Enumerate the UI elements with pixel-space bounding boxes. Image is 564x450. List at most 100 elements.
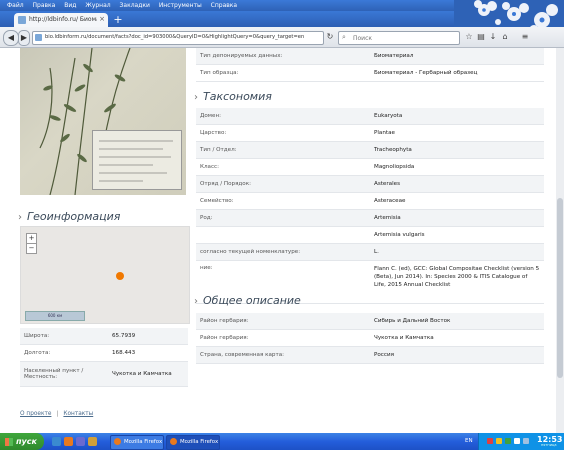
table-row: Домен: Eukaryota (196, 108, 544, 125)
task-label: Mozilla Firefox (124, 439, 163, 445)
menu-icon[interactable]: ≡ (520, 32, 530, 42)
quicklaunch-media-icon[interactable] (76, 437, 85, 446)
chevron-right-icon: › (194, 92, 198, 103)
row-key: Район гербария: (196, 329, 370, 347)
row-key: Тип образца: (196, 64, 370, 82)
row-value: Artemisia (370, 209, 544, 227)
table-row: Царство: Plantae (196, 124, 544, 142)
row-key: Страна, современная карта: (196, 346, 370, 364)
table-row: Семейство: Asteraceae (196, 192, 544, 210)
page-viewport: › Геоинформация + − 600 км Широта: 65.7939… (0, 48, 556, 433)
bookmark-star-icon[interactable]: ☆ (464, 32, 474, 42)
tray-display-icon[interactable] (523, 438, 529, 444)
general-info-table: Район гербария: Сибирь и Дальний Восток Р… (196, 313, 544, 364)
row-key: Царство: (196, 124, 370, 142)
start-button[interactable]: пуск (0, 433, 44, 450)
row-value: Plantae (370, 124, 544, 142)
tray-volume-icon[interactable] (514, 438, 520, 444)
table-row: Род: Artemisia (196, 209, 544, 227)
table-row: Отряд / Порядок: Asterales (196, 175, 544, 193)
row-value: Asteraceae (370, 192, 544, 210)
menu-tools[interactable]: Инструменты (159, 0, 202, 11)
system-tray: EN 12:53 пятница (465, 433, 564, 450)
table-row: Тип / Отдел: Tracheophyta (196, 141, 544, 159)
row-key: согласно текущей номенклатуре: (196, 243, 370, 261)
scrollbar-thumb[interactable] (557, 198, 563, 378)
chevron-right-icon: › (18, 212, 22, 223)
chevron-right-icon: › (194, 296, 198, 307)
table-row: Населенный пункт / Местность: Чукотка и К… (20, 361, 188, 387)
firefox-icon (170, 438, 177, 445)
menu-bookmarks[interactable]: Закладки (120, 0, 150, 11)
download-icon[interactable]: ↓ (488, 32, 498, 42)
firefox-icon (114, 438, 121, 445)
home-icon[interactable]: ⌂ (500, 32, 510, 42)
zoom-out-button[interactable]: − (26, 243, 37, 254)
row-value: Asterales (370, 175, 544, 193)
page-scrollbar[interactable] (556, 48, 564, 433)
row-key: Тип / Отдел: (196, 141, 370, 159)
close-tab-icon[interactable]: × (99, 15, 105, 23)
general-section-heading[interactable]: › Общее описание (194, 294, 301, 307)
address-bar[interactable]: bio.ldbinform.ru/document/facts?doc_id=9… (32, 31, 324, 45)
row-value: Сибирь и Дальний Восток (370, 313, 544, 330)
row-value: Чукотка и Камчатка (108, 361, 188, 387)
row-key: Домен: (196, 108, 370, 125)
taskbar-firefox-window-2[interactable]: Mozilla Firefox (166, 435, 220, 450)
bookmarks-icon[interactable]: ▤ (476, 32, 486, 42)
taxonomy-table: Домен: Eukaryota Царство: Plantae Тип / От… (196, 108, 544, 304)
page-favicon-icon (18, 16, 26, 24)
quicklaunch-browser-icon[interactable] (52, 437, 61, 446)
about-link[interactable]: О проекте (20, 411, 51, 417)
geo-info-table: Широта: 65.7939 Долгота: 168.443 Населенны… (20, 328, 188, 387)
quicklaunch-firefox-icon[interactable] (64, 437, 73, 446)
row-key: Широта: (20, 328, 108, 345)
search-box[interactable]: ⌕ (338, 31, 460, 45)
tray-update-icon[interactable] (505, 438, 511, 444)
contacts-link[interactable]: Контакты (63, 411, 93, 417)
quicklaunch-folder-icon[interactable] (88, 437, 97, 446)
navigation-bar: ◀ ▶ bio.ldbinform.ru/document/facts?doc_… (0, 27, 564, 48)
new-tab-button[interactable]: + (112, 14, 124, 25)
row-key: Населенный пункт / Местность: (20, 361, 108, 387)
row-value: 65.7939 (108, 328, 188, 345)
row-key (196, 226, 370, 244)
tray-network-icon[interactable] (496, 438, 502, 444)
menu-edit[interactable]: Правка (33, 0, 56, 11)
menu-help[interactable]: Справка (211, 0, 237, 11)
search-input[interactable] (351, 33, 455, 44)
row-value: Россия (370, 346, 544, 364)
browser-tab[interactable]: http://ldbinfo.ru/ Биоматериал × (14, 13, 108, 27)
forward-button[interactable]: ▶ (18, 30, 30, 46)
clock-day: пятница (541, 443, 557, 447)
map-scale-bar: 600 км (25, 311, 85, 321)
tray-antivirus-icon[interactable] (487, 438, 493, 444)
row-value: Биоматериал - Гербарный образец (370, 64, 544, 82)
geo-section-heading[interactable]: › Геоинформация (18, 210, 120, 223)
table-row: Artemisia vulgaris (196, 226, 544, 244)
row-key: Долгота: (20, 344, 108, 362)
site-identity-icon[interactable] (35, 34, 42, 41)
row-value: Magnoliopsida (370, 158, 544, 176)
table-row: согласно текущей номенклатуре: L. (196, 243, 544, 261)
search-icon: ⌕ (342, 33, 346, 41)
row-value: Flann C. (ed), GCC: Global Compositae Ch… (370, 260, 544, 304)
back-button[interactable]: ◀ (3, 30, 19, 46)
url-text[interactable]: bio.ldbinform.ru/document/facts?doc_id=9… (45, 34, 305, 40)
table-row: Широта: 65.7939 (20, 328, 188, 345)
taxonomy-section-heading[interactable]: › Таксономия (194, 90, 272, 103)
menu-history[interactable]: Журнал (85, 0, 110, 11)
geo-map[interactable]: + − 600 км (20, 226, 190, 324)
deposit-info-table: Тип депонируемых данных: Биоматериал Тип … (196, 48, 544, 82)
language-indicator[interactable]: EN (465, 438, 473, 444)
table-row: Страна, современная карта: Россия (196, 346, 544, 364)
herbarium-specimen-image (20, 48, 186, 195)
location-marker[interactable] (116, 272, 124, 280)
menu-view[interactable]: Вид (64, 0, 76, 11)
menu-file[interactable]: Файл (7, 0, 24, 11)
row-key: Род: (196, 209, 370, 227)
taskbar-firefox-window-1[interactable]: Mozilla Firefox (110, 435, 164, 450)
windows-taskbar: пуск Mozilla Firefox Mozilla Firefox EN … (0, 433, 564, 450)
row-value: Artemisia vulgaris (370, 226, 544, 244)
reload-icon[interactable]: ↻ (325, 32, 335, 42)
